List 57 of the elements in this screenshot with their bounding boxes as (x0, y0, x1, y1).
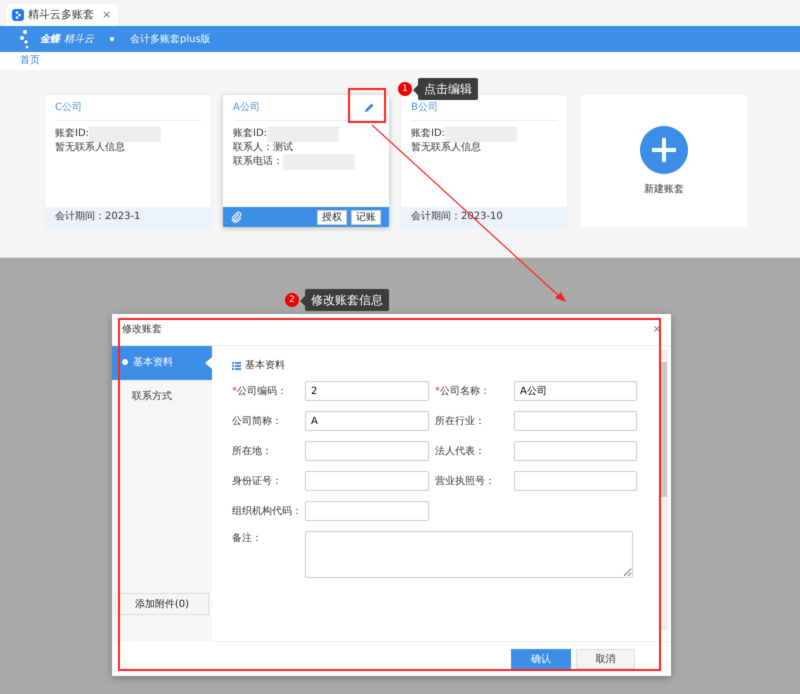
bullet-icon (110, 37, 114, 41)
nav-item[interactable]: 联系方式 (112, 380, 212, 414)
step-number: 2 (285, 293, 299, 307)
field-label: 法人代表： (435, 444, 486, 458)
field-label: 所在地： (232, 444, 273, 458)
field-label: *公司编码： (232, 384, 288, 398)
input-field[interactable] (514, 411, 637, 431)
input-field[interactable]: A公司 (514, 381, 637, 401)
period-text: 会计期间：2023-1 (55, 210, 140, 224)
account-card[interactable]: C公司 账套ID: 暂无联系人信息 会计期间：2023-1 (45, 95, 211, 227)
section-title: 基本资料 (245, 358, 285, 373)
remarks-field[interactable] (305, 531, 633, 578)
product-name: 会计多账套plus版 (130, 32, 211, 46)
add-attachment-button[interactable]: 添加附件(0) (115, 593, 209, 615)
breadcrumb-link[interactable]: 首页 (20, 55, 40, 66)
input-field[interactable]: 2 (305, 381, 429, 401)
field-label: 备注： (232, 532, 263, 546)
info-text: 账套ID: (55, 128, 90, 140)
list-icon (232, 362, 241, 370)
info-text: 账套ID: (233, 128, 268, 140)
input-field[interactable] (514, 441, 637, 461)
info-text: 暂无联系人信息 (55, 142, 125, 154)
action-button[interactable]: 授权 (317, 210, 347, 224)
input-field[interactable] (514, 471, 637, 491)
info-text: 联系电话： (233, 156, 283, 168)
input-field[interactable] (305, 501, 429, 521)
modal-title: 修改账套 (122, 322, 162, 337)
action-button[interactable]: 记账 (351, 210, 381, 224)
highlight-frame (348, 88, 386, 123)
input-field[interactable] (305, 471, 429, 491)
brand-sub: 精斗云 (64, 32, 94, 46)
tab-title: 精斗云多账套 (28, 6, 94, 23)
brand-name: 金蝶 (40, 32, 60, 46)
input-field[interactable] (305, 441, 429, 461)
info-value: 测试 (273, 142, 293, 154)
info-text: 联系人： (233, 142, 273, 154)
browser-tab[interactable]: 精斗云多账套 × (6, 4, 118, 26)
new-account-label: 新建账套 (644, 182, 684, 196)
input-field[interactable]: A (305, 411, 429, 431)
info-text: 暂无联系人信息 (411, 142, 481, 154)
field-label: 公司简称： (232, 414, 283, 428)
field-label: *公司名称： (435, 384, 491, 398)
tooltip: 修改账套信息 (305, 289, 389, 311)
close-icon[interactable]: × (102, 6, 112, 24)
app-icon (12, 9, 24, 21)
info-text: 账套ID: (411, 128, 446, 140)
field-label: 所在行业： (435, 414, 486, 428)
paperclip-icon[interactable] (231, 211, 243, 223)
edit-icon[interactable] (364, 102, 375, 113)
new-account-card[interactable]: 新建账套 (581, 95, 747, 227)
account-card[interactable]: A公司 账套ID: 联系人：测试 联系电话： 授权 记账 (223, 95, 389, 227)
cancel-button[interactable]: 取消 (576, 649, 635, 669)
field-label: 营业执照号： (435, 474, 496, 488)
add-icon[interactable] (640, 126, 688, 174)
tooltip: 点击编辑 (418, 78, 478, 100)
field-label: 身份证号： (232, 474, 283, 488)
field-label: 组织机构代码： (232, 504, 303, 518)
